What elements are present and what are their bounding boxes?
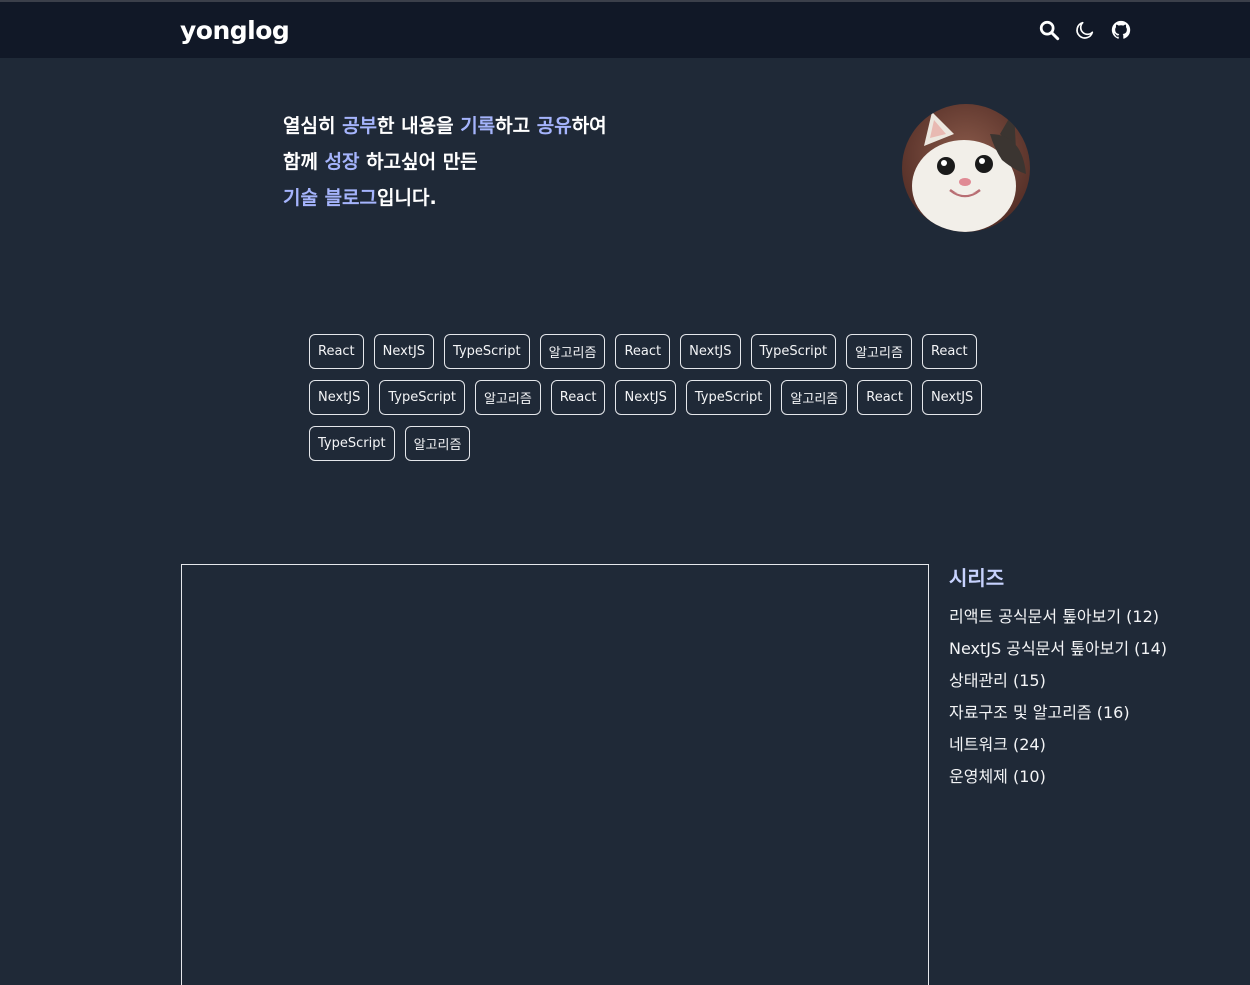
site-logo[interactable]: yonglog (180, 16, 290, 45)
intro-highlight: 공유 (536, 115, 572, 137)
intro-segment: 하고 (495, 115, 537, 137)
intro-segment: 한 내용을 (377, 115, 461, 137)
tag-chip[interactable]: NextJS (680, 334, 741, 369)
series-item[interactable]: NextJS 공식문서 톺아보기 (14) (949, 633, 1167, 665)
intro-line-2: 함께 성장 하고싶어 만든 (283, 144, 607, 180)
series-item[interactable]: 자료구조 및 알고리즘 (16) (949, 697, 1167, 729)
tag-chip[interactable]: React (550, 380, 606, 415)
tag-chip[interactable]: NextJS (921, 380, 983, 415)
tag-list: React NextJS TypeScript 알고리즘 React NextJS Type… (309, 334, 999, 461)
tag-chip[interactable]: TypeScript (379, 380, 465, 415)
intro-highlight: 기술 블로그 (283, 187, 378, 209)
intro-text: 열심히 공부한 내용을 기록하고 공유하여 함께 성장 하고싶어 만든 기술 블… (283, 108, 607, 216)
tag-chip[interactable]: 알고리즘 (539, 334, 606, 369)
series-item[interactable]: 네트워크 (24) (949, 729, 1167, 761)
series-list: 리액트 공식문서 톺아보기 (12) NextJS 공식문서 톺아보기 (14) 상… (949, 601, 1167, 793)
github-icon[interactable] (1110, 19, 1132, 41)
tag-chip[interactable]: 알고리즘 (846, 334, 912, 369)
moon-icon[interactable] (1074, 19, 1096, 41)
tag-chip[interactable]: TypeScript (750, 334, 837, 369)
tag-chip[interactable]: React (921, 334, 977, 369)
tag-chip[interactable]: TypeScript (309, 426, 395, 461)
tag-chip[interactable]: 알고리즘 (404, 426, 471, 461)
search-icon[interactable] (1038, 19, 1060, 41)
tag-chip[interactable]: React (857, 380, 912, 415)
site-header: yonglog (0, 2, 1250, 58)
tag-chip[interactable]: NextJS (615, 380, 676, 415)
intro-highlight: 공부 (342, 115, 378, 137)
post-list-panel (181, 564, 929, 985)
intro-segment: 열심히 (283, 115, 343, 137)
intro-segment: 입니다. (377, 187, 437, 209)
series-item[interactable]: 운영체제 (10) (949, 761, 1167, 793)
tag-chip[interactable]: React (309, 334, 364, 369)
tag-chip[interactable]: 알고리즘 (474, 380, 541, 415)
series-title: 시리즈 (949, 566, 1005, 590)
tag-chip[interactable]: 알고리즘 (781, 380, 848, 415)
tag-chip[interactable]: TypeScript (685, 380, 772, 415)
intro-segment: 하고싶어 만든 (359, 151, 478, 173)
tag-chip[interactable]: React (615, 334, 671, 369)
tag-chip[interactable]: NextJS (373, 334, 435, 369)
intro-highlight: 기록 (460, 115, 496, 137)
intro-line-3: 기술 블로그입니다. (283, 180, 607, 216)
intro-segment: 함께 (283, 151, 325, 173)
series-item[interactable]: 상태관리 (15) (949, 665, 1167, 697)
tag-chip[interactable]: TypeScript (444, 334, 530, 369)
intro-highlight: 성장 (324, 151, 360, 173)
cat-avatar-image (902, 104, 1030, 232)
intro-segment: 하여 (571, 115, 607, 137)
avatar (902, 104, 1030, 232)
series-item[interactable]: 리액트 공식문서 톺아보기 (12) (949, 601, 1167, 633)
series-sidebar: 시리즈 리액트 공식문서 톺아보기 (12) NextJS 공식문서 톺아보기 (… (949, 564, 1167, 793)
header-actions (1038, 19, 1132, 41)
intro-line-1: 열심히 공부한 내용을 기록하고 공유하여 (283, 108, 607, 144)
tag-chip[interactable]: NextJS (309, 380, 370, 415)
